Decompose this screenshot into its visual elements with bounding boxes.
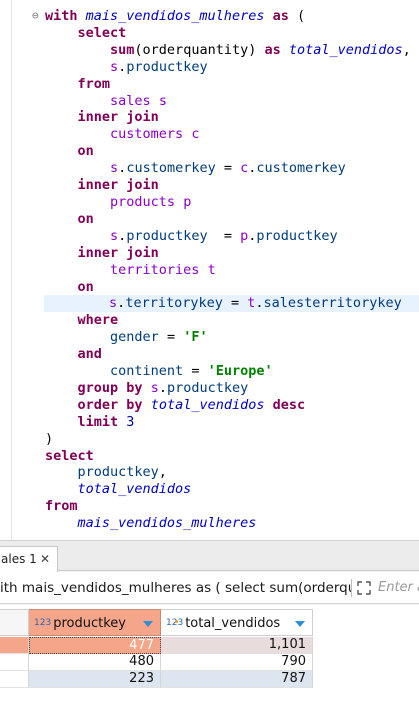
code-line[interactable]: from — [45, 498, 419, 515]
code-line[interactable]: total_vendidos — [45, 481, 419, 498]
filter-bar: ith mais_vendidos_mulheres as ( select s… — [0, 572, 419, 604]
code-line[interactable]: order by total_vendidos desc — [45, 397, 419, 414]
results-tab-label: ales 1 — [1, 552, 37, 566]
code-line[interactable]: from — [45, 76, 419, 93]
number-type-icon: 123 — [34, 618, 52, 628]
code-line[interactable]: on — [45, 211, 419, 228]
code-line[interactable]: s.productkey — [45, 59, 419, 76]
column-name: total_vendidos — [185, 616, 281, 631]
code-line[interactable]: sales s — [45, 93, 419, 110]
code-line[interactable]: territories t — [45, 262, 419, 279]
code-line[interactable]: gender = 'F' — [45, 329, 419, 346]
table-row[interactable]: 477 1,101 — [0, 637, 313, 654]
results-panel: ales 1 ✕ ith mais_vendidos_mulheres as (… — [0, 540, 419, 702]
results-tab[interactable]: ales 1 ✕ — [0, 546, 58, 572]
code-line[interactable]: inner join — [45, 177, 419, 194]
filter-divider — [351, 579, 352, 597]
code-line[interactable]: group by s.productkey — [45, 380, 419, 397]
cell-total-vendidos[interactable]: 790 — [161, 654, 313, 671]
sql-editor[interactable]: ⊖ with mais_vendidos_mulheres as ( selec… — [0, 0, 419, 540]
code-line[interactable]: products p — [45, 194, 419, 211]
column-header-total-vendidos[interactable]: 123 total_vendidos — [161, 609, 313, 636]
editor-gutter — [0, 0, 12, 540]
code-line[interactable]: inner join — [45, 245, 419, 262]
row-number-header — [0, 609, 29, 636]
sort-dropdown-icon[interactable] — [295, 621, 305, 627]
results-grid: 123 productkey 123 total_vendidos 477 1,10… — [0, 605, 419, 702]
query-text: ith mais_vendidos_mulheres as ( select s… — [0, 580, 352, 596]
close-tab-icon[interactable]: ✕ — [40, 547, 50, 571]
filter-input[interactable]: Enter a — [378, 572, 419, 604]
table-row[interactable]: 223 787 — [0, 671, 313, 688]
sql-code[interactable]: with mais_vendidos_mulheres as ( select … — [44, 8, 419, 532]
code-line[interactable]: limit 3 — [45, 414, 419, 431]
code-line[interactable]: where — [45, 312, 419, 329]
code-line[interactable]: ) — [45, 431, 419, 448]
fold-toggle-icon[interactable]: ⊖ — [32, 10, 39, 21]
code-line[interactable]: s.productkey = p.productkey — [45, 228, 419, 245]
table-row[interactable]: 480 790 — [0, 654, 313, 671]
code-line[interactable]: s.customerkey = c.customerkey — [45, 160, 419, 177]
code-line[interactable]: select — [45, 25, 419, 42]
code-line[interactable]: productkey, — [45, 464, 419, 481]
code-line[interactable]: inner join — [45, 109, 419, 126]
row-number-cell[interactable] — [0, 654, 29, 671]
results-tab-bar: ales 1 ✕ — [0, 541, 419, 572]
cell-productkey[interactable]: 223 — [29, 671, 161, 688]
code-line[interactable]: s.territorykey = t.salesterritorykey — [44, 295, 419, 313]
column-header-productkey[interactable]: 123 productkey — [29, 609, 161, 636]
expand-filter-icon[interactable] — [356, 580, 372, 596]
code-line[interactable]: select — [45, 448, 419, 465]
code-line[interactable]: with mais_vendidos_mulheres as ( — [45, 8, 419, 25]
cell-productkey[interactable]: 480 — [29, 654, 161, 671]
cell-productkey[interactable]: 477 — [29, 637, 161, 654]
code-line[interactable]: on — [45, 279, 419, 296]
row-number-cell[interactable] — [0, 637, 29, 654]
code-line[interactable]: sum(orderquantity) as total_vendidos, — [45, 42, 419, 59]
column-name: productkey — [53, 616, 126, 631]
code-line[interactable]: and — [45, 346, 419, 363]
code-line[interactable]: customers c — [45, 126, 419, 143]
code-line[interactable]: on — [45, 143, 419, 160]
column-indicator-icon — [175, 620, 178, 623]
cell-total-vendidos[interactable]: 787 — [161, 671, 313, 688]
code-line[interactable]: mais_vendidos_mulheres — [45, 515, 419, 532]
sort-dropdown-icon[interactable] — [143, 621, 153, 627]
cell-total-vendidos[interactable]: 1,101 — [161, 637, 313, 654]
row-number-cell[interactable] — [0, 671, 29, 688]
code-line[interactable]: continent = 'Europe' — [45, 363, 419, 380]
